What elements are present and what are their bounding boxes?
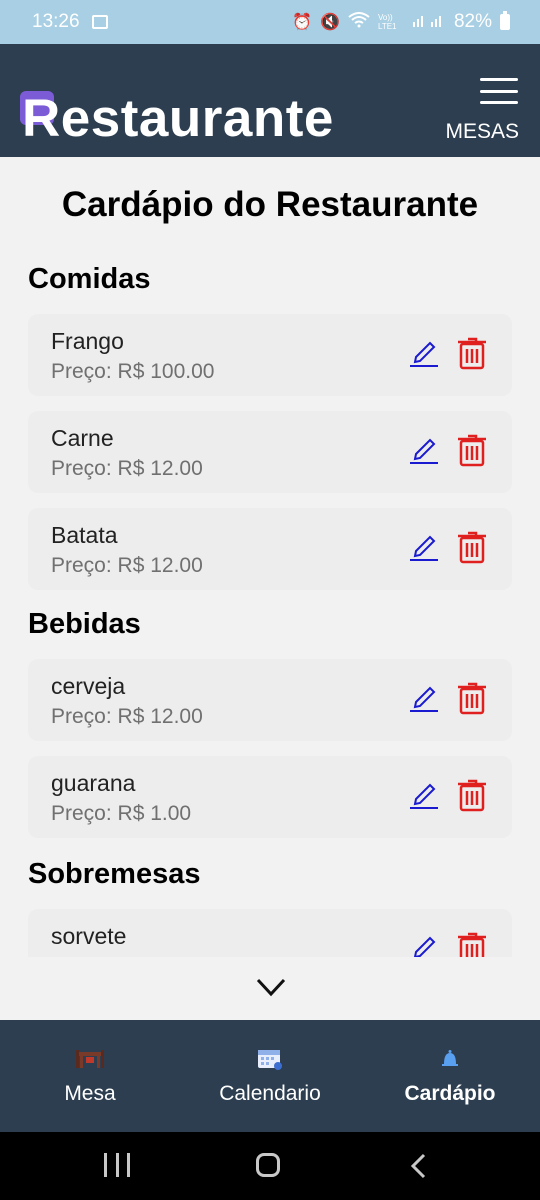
section-title-bebidas: Bebidas	[28, 608, 141, 640]
pencil-icon	[413, 936, 436, 957]
delete-button[interactable]	[456, 530, 488, 564]
tab-mesa[interactable]: Mesa	[0, 1020, 180, 1132]
home-icon[interactable]	[256, 1153, 280, 1177]
menu-item: cerveja Preço: R$ 12.00	[28, 659, 512, 741]
bottom-tab-bar: Mesa Calendario Cardápio	[0, 1020, 540, 1132]
pencil-icon	[410, 341, 438, 367]
tab-calendario[interactable]: Calendario	[180, 1020, 360, 1132]
item-price: Preço: R$ 1.00	[51, 802, 192, 825]
trash-icon	[458, 337, 486, 370]
menu-item: Frango Preço: R$ 100.00	[28, 314, 512, 396]
menu-item: sorvete	[28, 909, 512, 957]
delete-button[interactable]	[456, 931, 488, 957]
delete-button[interactable]	[456, 681, 488, 715]
calendar-icon	[258, 1050, 282, 1070]
brand-title[interactable]: Restaurante	[22, 86, 334, 152]
nav-link-mesas[interactable]: MESAS	[445, 120, 519, 144]
table-icon	[76, 1050, 104, 1068]
trash-icon	[458, 779, 486, 812]
chevron-down-icon[interactable]	[256, 974, 286, 1000]
page-title: Cardápio do Restaurante	[61, 185, 479, 224]
trash-icon	[458, 682, 486, 715]
trash-icon	[458, 531, 486, 564]
item-price: Preço: R$ 12.00	[51, 705, 203, 728]
edit-button[interactable]	[408, 681, 440, 713]
back-icon[interactable]	[408, 1153, 428, 1179]
hamburger-menu-icon[interactable]	[480, 78, 518, 104]
delete-button[interactable]	[456, 433, 488, 467]
menu-content[interactable]: Cardápio do Restaurante Comidas Frango P…	[0, 157, 540, 957]
recent-apps-icon[interactable]	[104, 1153, 130, 1179]
tab-label: Calendario	[219, 1082, 321, 1105]
alarm-icon: ⏰	[292, 14, 313, 31]
delete-button[interactable]	[456, 778, 488, 812]
tab-label: Mesa	[64, 1082, 116, 1105]
section-title-sobremesas: Sobremesas	[28, 858, 201, 890]
edit-button[interactable]	[408, 778, 440, 810]
trash-icon	[458, 932, 486, 957]
battery-percent: 82%	[453, 11, 492, 32]
trash-icon	[458, 434, 486, 467]
signal-icon	[412, 12, 446, 33]
bell-icon	[442, 1050, 458, 1066]
menu-item: Carne Preço: R$ 12.00	[28, 411, 512, 493]
pencil-icon	[410, 438, 438, 464]
edit-button[interactable]	[408, 336, 440, 368]
menu-item: guarana Preço: R$ 1.00	[28, 756, 512, 838]
item-name: Batata	[51, 522, 118, 548]
sobremesas-list: sorvete	[0, 909, 540, 957]
volte-icon: Vo)) LTE1	[377, 13, 397, 31]
item-price: Preço: R$ 12.00	[51, 554, 203, 577]
status-bar: 13:26 ⏰ 🔇 Vo)) LTE1 82%	[0, 0, 540, 44]
edit-button[interactable]	[408, 931, 440, 957]
bebidas-list: cerveja Preço: R$ 12.00 guarana Preço: R…	[0, 659, 540, 838]
mute-icon: 🔇	[320, 14, 340, 31]
tab-label: Cardápio	[404, 1082, 496, 1105]
wifi-icon	[348, 11, 370, 33]
item-name: cerveja	[51, 673, 126, 699]
item-price: Preço: R$ 100.00	[51, 360, 215, 383]
pencil-icon	[410, 686, 438, 712]
tab-cardapio[interactable]: Cardápio	[360, 1020, 540, 1132]
item-name: Frango	[51, 328, 124, 354]
comidas-list: Frango Preço: R$ 100.00 Carne Preço: R$ …	[0, 314, 540, 590]
system-nav-bar	[0, 1132, 540, 1200]
edit-button[interactable]	[408, 530, 440, 562]
app-header: Restaurante MESAS	[0, 44, 540, 157]
item-name: sorvete	[51, 923, 127, 949]
delete-button[interactable]	[456, 336, 488, 370]
gallery-notification-icon	[91, 15, 108, 29]
item-price: Preço: R$ 12.00	[51, 457, 203, 480]
item-name: guarana	[51, 770, 136, 796]
battery-icon	[500, 11, 510, 30]
section-title-comidas: Comidas	[28, 263, 151, 295]
edit-button[interactable]	[408, 433, 440, 465]
pencil-icon	[410, 783, 438, 809]
status-time: 13:26	[32, 11, 80, 32]
menu-item: Batata Preço: R$ 12.00	[28, 508, 512, 590]
item-name: Carne	[51, 425, 114, 451]
pencil-icon	[410, 535, 438, 561]
